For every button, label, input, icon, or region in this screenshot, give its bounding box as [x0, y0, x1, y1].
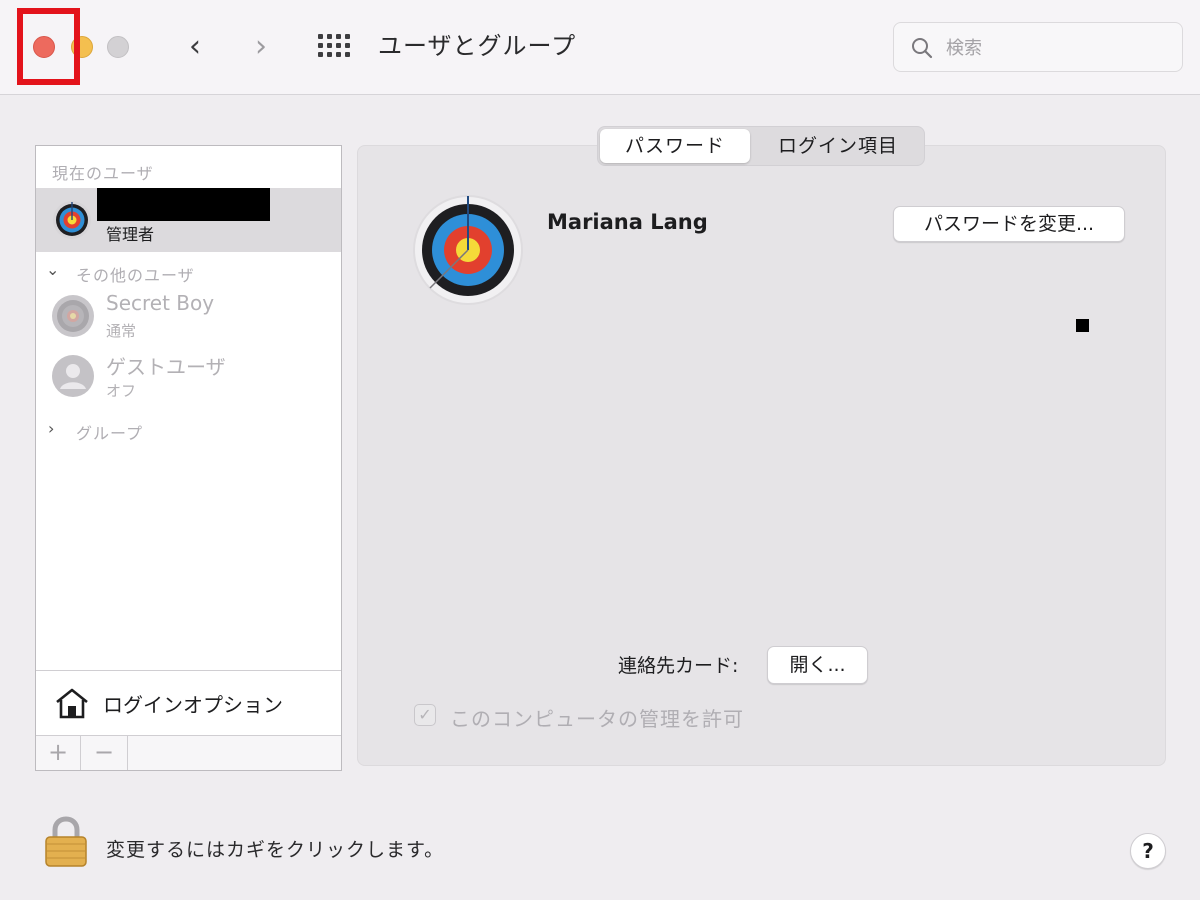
target-avatar-icon — [53, 201, 91, 239]
back-button[interactable]: ‹ — [180, 30, 210, 64]
user-name: ゲストユーザ — [106, 355, 226, 379]
allow-admin-checkbox[interactable]: ✓ — [414, 704, 436, 726]
current-user-role: 管理者 — [106, 225, 155, 244]
target-avatar-icon — [52, 295, 94, 337]
groups-label: グループ — [76, 424, 144, 443]
house-icon — [56, 688, 88, 719]
add-remove-bar: + − — [36, 735, 341, 770]
list-item-secret-boy[interactable]: Secret Boy 通常 — [36, 288, 341, 346]
segmented-tabs: パスワード ログイン項目 — [597, 126, 925, 166]
login-options-label: ログインオプション — [103, 693, 283, 717]
zoom-button[interactable] — [107, 36, 129, 58]
person-icon — [52, 355, 94, 397]
open-contact-card-button[interactable]: 開く... — [767, 646, 868, 684]
login-options-row[interactable]: ログインオプション — [36, 670, 341, 735]
search-input[interactable] — [946, 33, 1166, 63]
user-full-name: Mariana Lang — [547, 210, 708, 234]
chevron-right-icon[interactable]: › — [48, 419, 54, 438]
user-name: Secret Boy — [106, 291, 215, 315]
title-bar: ‹ › ユーザとグループ — [0, 0, 1200, 95]
black-square-marker — [1076, 319, 1089, 332]
search-icon — [912, 38, 933, 59]
change-password-button[interactable]: パスワードを変更... — [893, 206, 1125, 242]
search-field[interactable] — [893, 22, 1183, 72]
user-status: 通常 — [106, 322, 137, 340]
user-list-sidebar: 現在のユーザ 管理者 ⌄ その他のユーザ Secret Boy 通常 ゲストユー… — [35, 145, 342, 771]
forward-button[interactable]: › — [246, 30, 276, 64]
remove-user-button[interactable]: − — [81, 736, 128, 770]
help-button[interactable]: ? — [1130, 833, 1166, 869]
tab-login-items[interactable]: ログイン項目 — [753, 129, 923, 163]
close-button-highlight — [17, 8, 80, 85]
window-title: ユーザとグループ — [378, 32, 577, 60]
list-item-guest-user[interactable]: ゲストユーザ オフ — [36, 348, 341, 406]
lock-hint-text: 変更するにはカギをクリックします。 — [106, 839, 445, 861]
current-user-row[interactable]: 管理者 — [36, 188, 341, 252]
user-status: オフ — [106, 382, 137, 400]
lock-icon[interactable] — [43, 815, 89, 869]
contact-card-label: 連絡先カード: — [618, 655, 739, 677]
tab-password[interactable]: パスワード — [600, 129, 750, 163]
chevron-down-icon[interactable]: ⌄ — [46, 260, 59, 279]
redacted-user-name — [97, 188, 270, 221]
add-user-button[interactable]: + — [36, 736, 81, 770]
allow-admin-label: このコンピュータの管理を許可 — [450, 707, 744, 731]
target-avatar-icon[interactable] — [412, 194, 524, 306]
grid-icon[interactable] — [318, 34, 350, 60]
other-users-label: その他のユーザ — [76, 266, 195, 285]
current-users-label: 現在のユーザ — [52, 164, 154, 183]
